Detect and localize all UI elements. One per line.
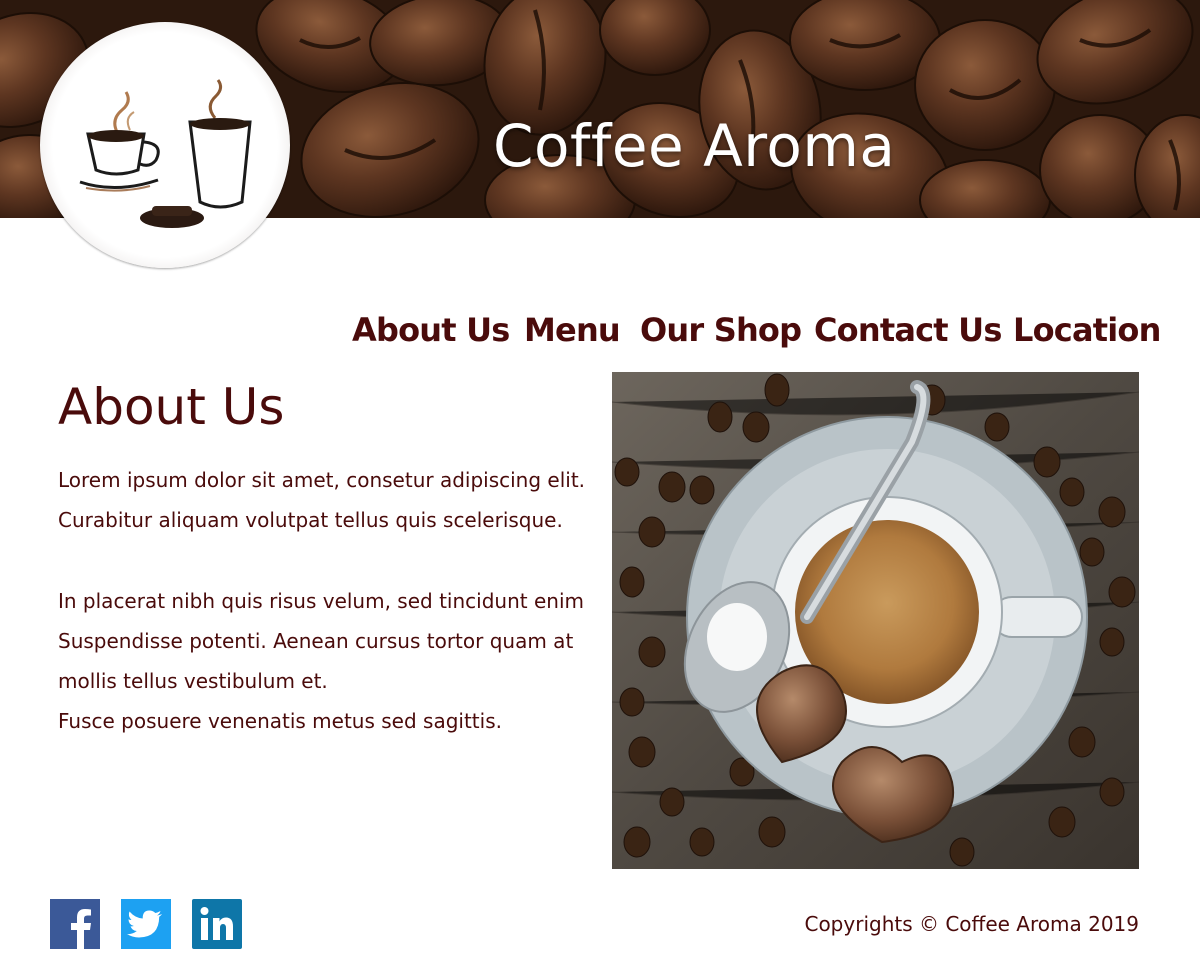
twitter-icon xyxy=(121,899,171,949)
paragraph-line: Curabitur aliquam volutpat tellus quis s… xyxy=(58,508,563,532)
about-paragraph-2: In placerat nibh quis risus velum, sed t… xyxy=(58,581,584,741)
nav-item-contact-us[interactable]: Contact Us xyxy=(814,306,1002,354)
coffee-cups-logo-icon xyxy=(79,79,252,228)
nav-item-our-shop[interactable]: Our Shop xyxy=(640,306,802,354)
paragraph-line: Fusce posuere venenatis metus sed sagitt… xyxy=(58,709,502,733)
site-logo[interactable] xyxy=(40,22,290,268)
linkedin-icon xyxy=(192,899,242,949)
espresso-photo xyxy=(612,372,1139,869)
about-paragraph-1: Lorem ipsum dolor sit amet, consetur adi… xyxy=(58,460,586,540)
nav-item-about-us[interactable]: About Us xyxy=(352,306,510,354)
facebook-icon xyxy=(50,899,100,949)
twitter-link[interactable] xyxy=(121,899,171,949)
linkedin-link[interactable] xyxy=(192,899,242,949)
paragraph-line: Suspendisse potenti. Aenean cursus torto… xyxy=(58,629,574,653)
facebook-link[interactable] xyxy=(50,899,100,949)
page-title: About Us xyxy=(58,378,285,436)
espresso-cup-image xyxy=(612,372,1139,869)
main-nav: About Us Menu Our Shop Contact Us Locati… xyxy=(0,306,1200,356)
nav-item-location[interactable]: Location xyxy=(1013,306,1161,354)
paragraph-line: Lorem ipsum dolor sit amet, consetur adi… xyxy=(58,468,586,492)
paragraph-line: In placerat nibh quis risus velum, sed t… xyxy=(58,589,584,613)
paragraph-line: mollis tellus vestibulum et. xyxy=(58,669,328,693)
site-title: Coffee Aroma xyxy=(493,112,896,180)
copyright-text: Copyrights © Coffee Aroma 2019 xyxy=(804,912,1139,936)
nav-item-menu[interactable]: Menu xyxy=(524,306,621,354)
